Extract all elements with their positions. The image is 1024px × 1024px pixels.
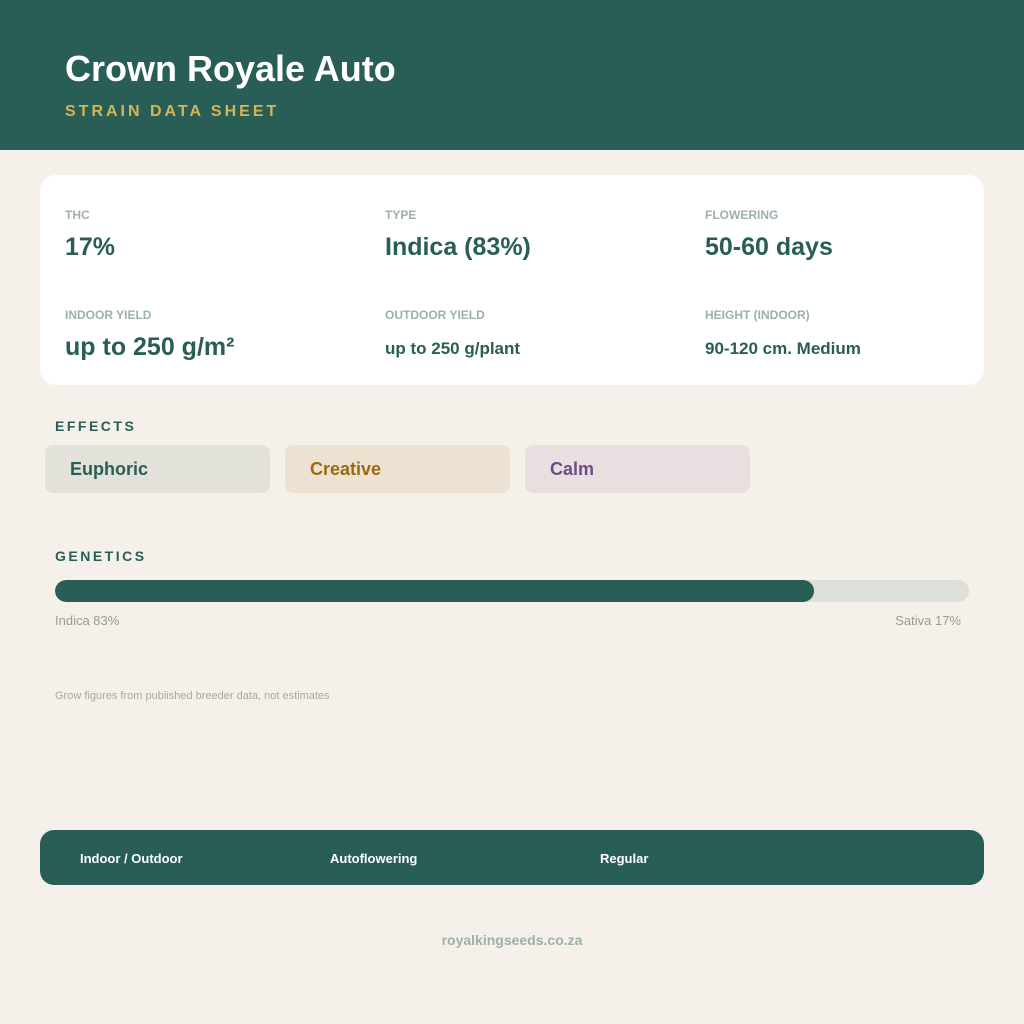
footer-attributes-bar: Indoor / Outdoor Autoflowering Regular [40, 830, 984, 885]
stat-outdoor-yield-label: OUTDOOR YIELD [385, 308, 485, 322]
stats-card: THC 17% TYPE Indica (83%) FLOWERING 50-6… [40, 175, 984, 385]
stat-indoor-yield: INDOOR YIELD up to 250 g/m² [65, 308, 365, 362]
stat-indoor-yield-value: up to 250 g/m² [65, 333, 235, 361]
genetics-sativa-caption: Sativa 17% [895, 613, 961, 628]
strain-title: Crown Royale Auto [65, 48, 396, 89]
effect-pill-calm: Calm [525, 445, 750, 493]
stat-outdoor-yield: OUTDOOR YIELD up to 250 g/plant [385, 308, 685, 359]
stat-outdoor-yield-value: up to 250 g/plant [385, 339, 521, 358]
genetics-indica-caption: Indica 83% [55, 613, 120, 628]
stat-type-label: TYPE [385, 208, 417, 222]
stat-height-indoor-value: 90-120 cm. Medium [705, 339, 861, 358]
effect-pill-euphoric: Euphoric [45, 445, 270, 493]
stat-type: TYPE Indica (83%) [385, 208, 685, 262]
genetics-heading: GENETICS [55, 548, 147, 564]
stat-type-value: Indica (83%) [385, 233, 531, 261]
stat-thc-label: THC [65, 208, 90, 222]
effects-heading: EFFECTS [55, 418, 137, 434]
website-link[interactable]: royalkingseeds.co.za [0, 932, 1024, 949]
footer-seed-type: Regular [600, 851, 649, 866]
stat-flowering-label: FLOWERING [705, 208, 779, 222]
header-banner: Crown Royale Auto STRAIN DATA SHEET [0, 0, 1024, 150]
genetics-bar-indica-fill [55, 580, 814, 602]
stat-height-indoor: HEIGHT (INDOOR) 90-120 cm. Medium [705, 308, 1005, 359]
stat-thc: THC 17% [65, 208, 365, 262]
stat-height-indoor-label: HEIGHT (INDOOR) [705, 308, 810, 322]
stat-indoor-yield-label: INDOOR YIELD [65, 308, 152, 322]
genetics-bar-track [55, 580, 969, 602]
sheet-subtitle: STRAIN DATA SHEET [65, 103, 280, 120]
footer-flowering-type: Autoflowering [330, 851, 418, 866]
stat-flowering: FLOWERING 50-60 days [705, 208, 1005, 262]
effect-pill-creative: Creative [285, 445, 510, 493]
stat-flowering-value: 50-60 days [705, 233, 833, 261]
footer-environment: Indoor / Outdoor [80, 851, 183, 866]
stat-thc-value: 17% [65, 233, 116, 261]
data-source-note: Grow figures from published breeder data… [55, 690, 330, 702]
